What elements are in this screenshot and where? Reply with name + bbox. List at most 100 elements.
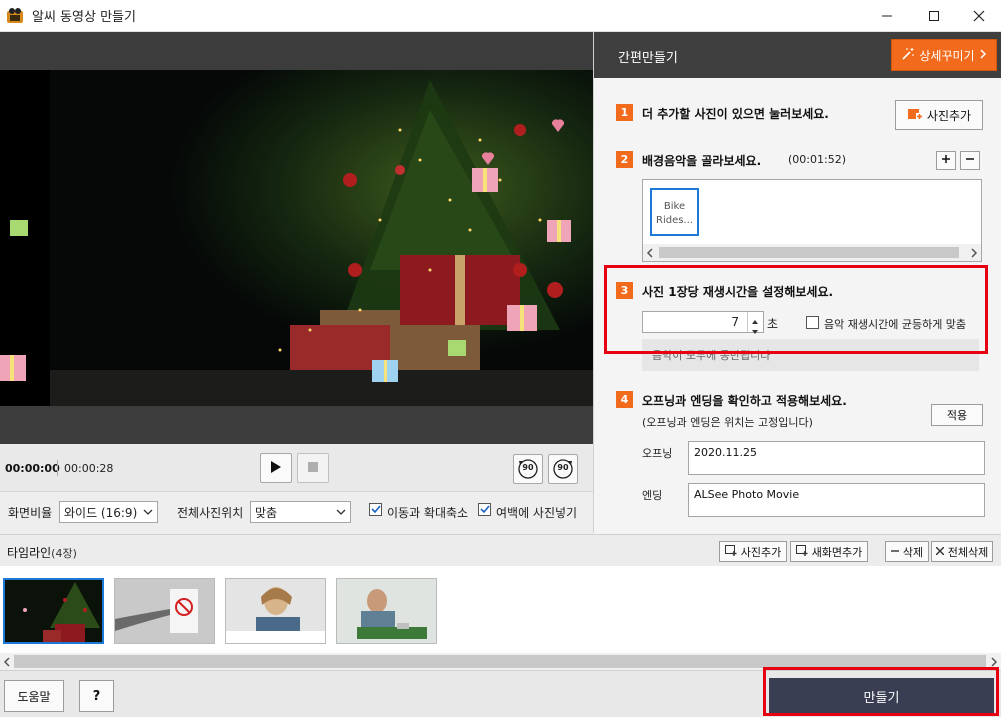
timeline-title: 타임라인(4장) [7,544,77,561]
scroll-left-icon[interactable] [646,247,654,261]
ratio-select[interactable]: 와이드 (16:9) [59,501,158,523]
step-1-text: 더 추가할 사진이 있으면 눌러보세요. [642,107,829,121]
timeline-thumb[interactable] [336,578,437,644]
timeline-thumb[interactable] [3,578,104,644]
zoom-label: 이동과 확대축소 [387,506,469,520]
ratio-value: 와이드 (16:9) [64,506,138,520]
scroll-left-icon[interactable] [3,656,11,670]
duration-value: 7 [731,315,739,329]
fit-music-label: 음악 재생시간에 균등하게 맞춤 [824,318,967,331]
add-photo-button[interactable]: 사진추가 [895,100,983,130]
rotate-right-button[interactable]: 90 [548,454,578,484]
opening-field[interactable]: 2020.11.25 [688,441,985,475]
step-4-number: 4 [616,391,633,408]
make-button[interactable]: 만들기 [769,678,994,714]
position-select[interactable]: 맞춤 [250,501,351,523]
timeline-scrollbar[interactable] [0,653,1001,670]
music-item[interactable]: Bike Rides... [650,188,699,236]
ending-field[interactable]: ALSee Photo Movie [688,483,985,517]
magic-wand-icon [901,47,915,64]
music-duration: (00:01:52) [788,153,846,166]
duration-stepper[interactable]: 7 [642,311,764,334]
delete-label: 삭제 [902,545,924,559]
scroll-thumb[interactable] [659,247,959,258]
minimize-button[interactable] [864,0,910,32]
new-screen-label: 새화면추가 [811,545,863,559]
rotate-right-label: 90 [557,463,569,472]
new-screen-button[interactable]: 새화면추가 [790,541,868,562]
margin-checkbox[interactable] [478,503,491,516]
apply-button[interactable]: 적용 [931,404,983,426]
timeline-count: (4장) [51,547,77,560]
step-3-text: 사진 1장당 재생시간을 설정해보세요. [642,285,834,299]
scroll-right-icon[interactable] [970,247,978,261]
timeline-strip [0,566,1001,670]
minus-icon [890,545,899,558]
step-1-number: 1 [616,104,633,121]
player-bar: 00:00:00 00:00:28 90 90 [0,444,593,492]
chevron-down-icon [336,506,346,520]
step-4-subtext: (오프닝과 엔딩은 위치는 고정입니다) [642,416,813,429]
zoom-checkbox[interactable] [369,503,382,516]
step-4-text: 오프닝과 엔딩을 확인하고 적용해보세요. [642,394,847,408]
current-time: 00:00:00 [5,462,60,475]
rotate-right-icon: 90 [552,458,574,480]
remove-music-button[interactable] [960,151,980,170]
time-divider [57,460,58,476]
window-title: 알씨 동영상 만들기 [32,10,136,25]
step-3-number: 3 [616,282,633,299]
timeline-thumb[interactable] [225,578,326,644]
help-button[interactable]: 도움말 [4,680,64,712]
chevron-down-icon [143,506,153,520]
rotate-left-button[interactable]: 90 [513,454,543,484]
music-scrollbar[interactable] [643,244,981,261]
scroll-right-icon[interactable] [990,656,998,670]
app-logo-icon [6,7,24,25]
stop-icon [308,461,318,475]
play-button[interactable] [260,453,292,483]
check-icon [370,503,381,517]
ending-label: 엔딩 [642,489,663,502]
close-icon [935,545,945,558]
bottom-bar: 도움말 ? 만들기 [0,670,1001,717]
chevron-down-icon[interactable] [751,324,759,338]
maximize-button[interactable] [911,0,957,32]
close-button[interactable] [956,0,1001,32]
preview-image [0,70,593,406]
minus-icon [965,154,975,167]
delete-all-label: 전체삭제 [947,545,989,559]
delete-button[interactable]: 삭제 [885,541,929,562]
add-photo-icon [724,544,737,559]
check-icon [479,503,490,517]
timeline-thumb[interactable] [114,578,215,644]
rotate-left-icon: 90 [517,458,539,480]
detail-edit-button[interactable]: 상세꾸미기 [891,39,997,71]
timeline-title-text: 타임라인 [7,546,52,560]
step-2-text: 배경음악을 골라보세요. [642,154,762,168]
detail-edit-label: 상세꾸미기 [919,48,975,63]
step-2-number: 2 [616,151,633,168]
easy-make-panel: 간편만들기 상세꾸미기 1 더 추가할 사진이 있으면 눌러보세요. 사진추가 … [593,32,1001,533]
fit-music-checkbox[interactable] [806,316,819,329]
opening-label: 오프닝 [642,447,673,460]
title-bar: 알씨 동영상 만들기 [0,0,1001,32]
position-value: 맞춤 [255,506,278,520]
timeline-add-photo-button[interactable]: 사진추가 [719,541,787,562]
add-music-button[interactable] [936,151,956,170]
stepper-arrows[interactable] [747,312,763,334]
chevron-right-icon [979,48,987,62]
scroll-thumb[interactable] [14,655,986,668]
position-label: 전체사진위치 [177,506,244,520]
preview-area [0,32,593,444]
duration-unit: 초 [767,317,779,331]
stop-button[interactable] [297,453,329,483]
music-list: Bike Rides... [642,179,982,262]
app-window: 알씨 동영상 만들기 00:00:00 00:00:28 90 90 화면비율 … [0,0,1001,717]
plus-icon [941,154,951,167]
total-time: 00:00:28 [64,462,114,475]
ratio-label: 화면비율 [8,506,53,520]
duration-info: 음악이 모두에 동반됩니다 [642,339,979,371]
panel-title: 간편만들기 [618,51,678,66]
delete-all-button[interactable]: 전체삭제 [931,541,993,562]
question-button[interactable]: ? [79,680,114,712]
